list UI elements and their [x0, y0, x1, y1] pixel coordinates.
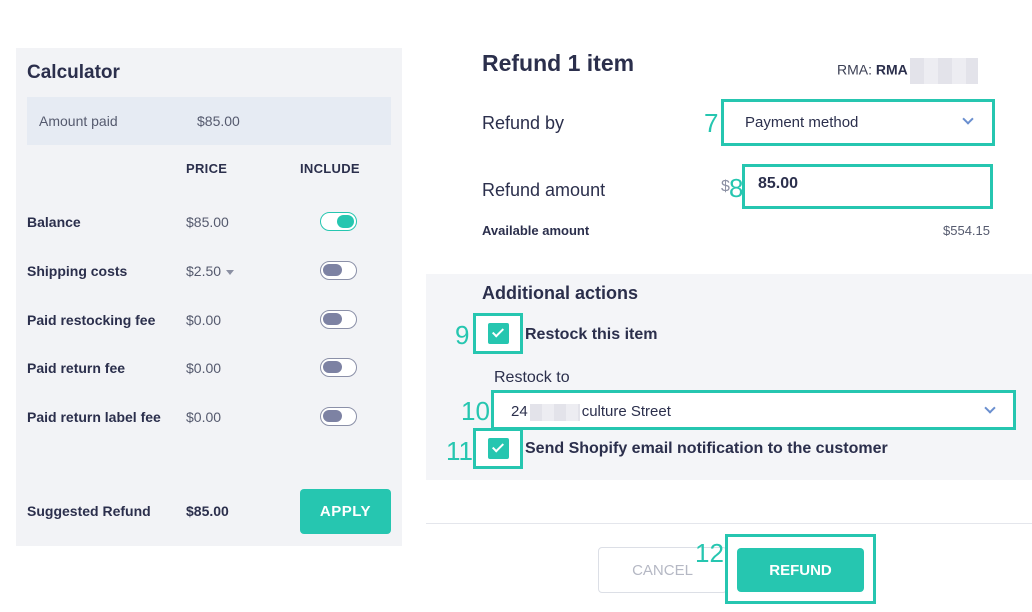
- row-label: Paid return label fee: [27, 409, 161, 425]
- calc-row-shipping-costs: Shipping costs $2.50: [16, 257, 402, 285]
- redacted-block: [529, 403, 580, 421]
- row-price: $0.00: [186, 409, 222, 425]
- amount-paid-box: Amount paid $85.00: [27, 97, 391, 145]
- address-suffix: culture Street: [581, 403, 671, 420]
- restock-item-checkbox[interactable]: [488, 323, 509, 344]
- row-label: Paid restocking fee: [27, 312, 156, 328]
- amount-paid-value: $85.00: [197, 113, 240, 129]
- row-price: $2.50: [186, 263, 222, 279]
- shipping-price-dropdown[interactable]: $2.50: [186, 263, 235, 279]
- calculator-panel: Calculator Amount paid $85.00 PRICE INCL…: [16, 48, 402, 546]
- shipping-include-toggle[interactable]: [320, 261, 357, 280]
- chevron-down-icon: [962, 113, 974, 125]
- amount-paid-label: Amount paid: [39, 113, 118, 129]
- calc-row-restocking-fee: Paid restocking fee $0.00: [16, 306, 402, 334]
- toggle-knob: [323, 410, 342, 422]
- annotation-9: 9: [455, 320, 470, 350]
- include-column-header: INCLUDE: [300, 161, 360, 176]
- price-column-header: PRICE: [186, 161, 228, 176]
- notify-customer-checkbox[interactable]: [488, 438, 509, 459]
- address-prefix: 24: [511, 403, 528, 420]
- refund-amount-input[interactable]: [758, 175, 958, 193]
- calc-row-return-fee: Paid return fee $0.00: [16, 354, 402, 382]
- refund-button-frame: REFUND: [725, 534, 876, 604]
- check-icon: [491, 440, 505, 453]
- row-label: Balance: [27, 214, 81, 230]
- return-fee-include-toggle[interactable]: [320, 358, 357, 377]
- balance-include-toggle[interactable]: [320, 212, 357, 231]
- toggle-knob: [323, 313, 342, 325]
- annotation-10: 10: [461, 396, 490, 426]
- annotation-12: 12: [695, 538, 724, 568]
- refund-by-label: Refund by: [482, 113, 565, 133]
- restock-to-label: Restock to: [494, 369, 570, 386]
- suggested-refund-label: Suggested Refund: [27, 503, 151, 519]
- toggle-knob: [323, 361, 342, 373]
- toggle-knob: [337, 215, 354, 228]
- restock-location-select[interactable]: 24 culture Street: [491, 390, 1016, 430]
- rma-value: RMA: [875, 61, 908, 78]
- return-label-fee-include-toggle[interactable]: [320, 407, 357, 426]
- refund-button[interactable]: REFUND: [737, 548, 864, 592]
- additional-actions-title: Additional actions: [482, 283, 639, 303]
- available-amount-label: Available amount: [482, 223, 590, 238]
- restock-location-value: 24 culture Street: [511, 403, 671, 421]
- notify-customer-label: Send Shopify email notification to the c…: [525, 440, 888, 457]
- annotation-7: 7: [704, 108, 719, 138]
- redacted-block: [909, 58, 978, 84]
- restock-item-checkbox-frame: [473, 313, 523, 354]
- calculator-title: Calculator: [27, 62, 120, 83]
- caret-down-icon: [226, 269, 235, 275]
- footer-divider: [426, 523, 1032, 524]
- suggested-refund-value: $85.00: [186, 503, 229, 519]
- available-amount-value: $554.15: [943, 223, 990, 238]
- row-price: $0.00: [186, 360, 222, 376]
- apply-button[interactable]: APPLY: [300, 489, 391, 534]
- check-icon: [491, 325, 505, 338]
- toggle-knob: [323, 264, 342, 276]
- row-price: $0.00: [186, 312, 222, 328]
- row-label: Paid return fee: [27, 360, 126, 376]
- row-label: Shipping costs: [27, 263, 128, 279]
- chevron-down-icon: [984, 402, 996, 414]
- calc-row-return-label-fee: Paid return label fee $0.00: [16, 403, 402, 431]
- refund-title: Refund 1 item: [482, 50, 635, 76]
- restocking-fee-include-toggle[interactable]: [320, 310, 357, 329]
- refund-by-selected: Payment method: [745, 114, 859, 131]
- refund-by-select[interactable]: Payment method: [721, 99, 995, 146]
- rma-label: RMA:: [837, 61, 872, 78]
- notify-customer-checkbox-frame: [473, 428, 523, 469]
- restock-item-label: Restock this item: [525, 326, 658, 343]
- refund-amount-label: Refund amount: [482, 180, 606, 200]
- annotation-11: 11: [446, 436, 473, 466]
- refund-amount-field[interactable]: [742, 164, 993, 209]
- rma-reference: RMA: RMA: [837, 58, 978, 84]
- calc-row-balance: Balance $85.00: [16, 208, 402, 236]
- row-price: $85.00: [186, 214, 229, 230]
